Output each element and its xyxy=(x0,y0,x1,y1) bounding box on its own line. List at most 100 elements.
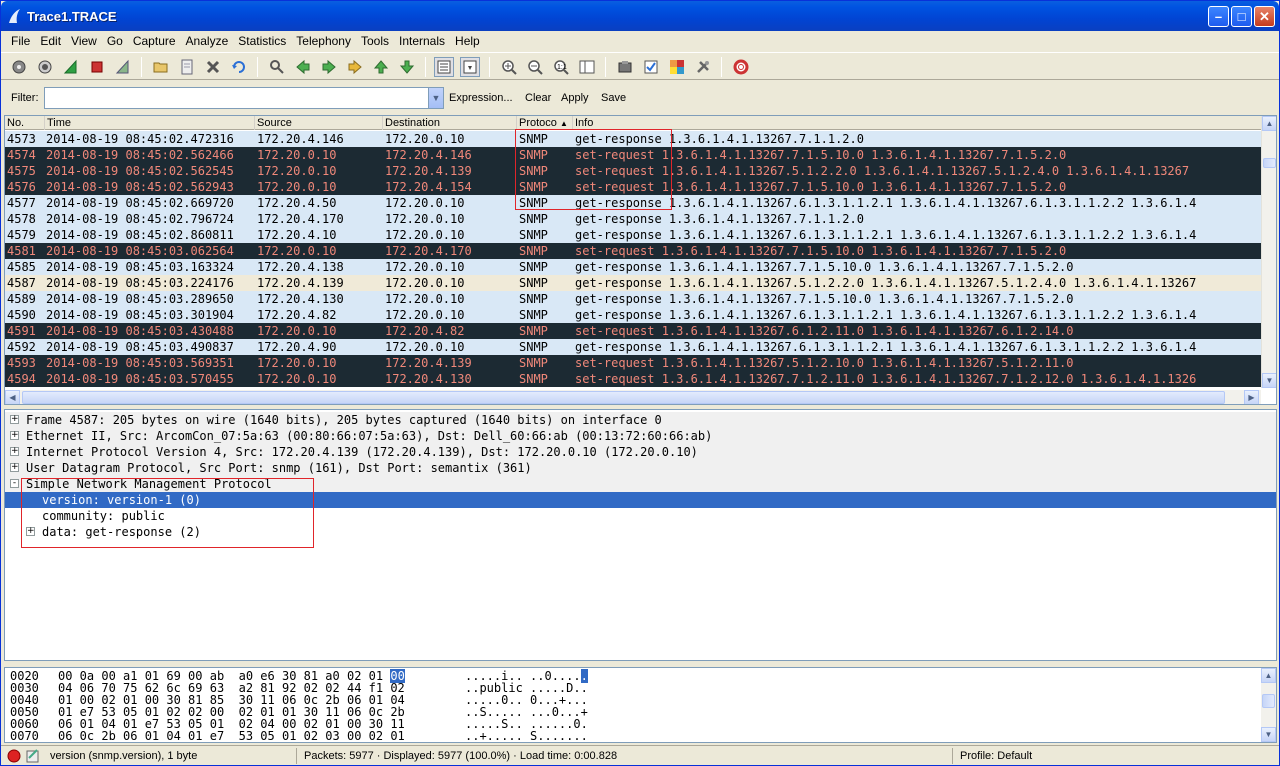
packet-row[interactable]: 4581 2014-08-19 08:45:03.062564 172.20.0.1… xyxy=(5,243,1263,259)
scroll-left-icon[interactable]: ◀ xyxy=(5,390,20,404)
detail-row[interactable]: + Ethernet II, Src: ArcomCon_07:5a:63 (00… xyxy=(5,428,1276,444)
preferences-icon[interactable] xyxy=(693,57,713,77)
status-profile[interactable]: Profile: Default xyxy=(957,748,1257,764)
packet-row[interactable]: 4592 2014-08-19 08:45:03.490837 172.20.4.9… xyxy=(5,339,1263,355)
packet-row[interactable]: 4593 2014-08-19 08:45:03.569351 172.20.0.1… xyxy=(5,355,1263,371)
packet-row[interactable]: 4576 2014-08-19 08:45:02.562943 172.20.0.1… xyxy=(5,179,1263,195)
packet-row[interactable]: 4591 2014-08-19 08:45:03.430488 172.20.0.1… xyxy=(5,323,1263,339)
scroll-down-icon[interactable]: ▼ xyxy=(1262,373,1276,388)
capture-comments-icon[interactable] xyxy=(25,748,41,764)
column-no[interactable]: No. xyxy=(5,116,45,130)
resize-columns-icon[interactable] xyxy=(577,57,597,77)
column-protocol[interactable]: Protoco ▲ xyxy=(517,116,573,130)
colorize-icon[interactable] xyxy=(434,57,454,77)
packet-row[interactable]: 4575 2014-08-19 08:45:02.562545 172.20.0.1… xyxy=(5,163,1263,179)
menu-help[interactable]: Help xyxy=(450,31,485,51)
byte-hex[interactable]: 06 0c 2b 06 01 04 01 e7 53 05 01 02 03 0… xyxy=(58,730,405,743)
detail-row[interactable]: + User Datagram Protocol, Src Port: snmp … xyxy=(5,460,1276,476)
column-time[interactable]: Time xyxy=(45,116,255,130)
packet-row[interactable]: 4579 2014-08-19 08:45:02.860811 172.20.4.1… xyxy=(5,227,1263,243)
apply-button[interactable]: Apply xyxy=(561,92,589,104)
detail-row[interactable]: community: public xyxy=(5,508,1276,524)
go-to-packet-icon[interactable] xyxy=(345,57,365,77)
scroll-right-icon[interactable]: ▶ xyxy=(1244,390,1259,404)
find-packet-icon[interactable] xyxy=(267,57,287,77)
save-file-icon[interactable] xyxy=(177,57,197,77)
menu-capture[interactable]: Capture xyxy=(128,31,181,51)
interfaces-icon[interactable] xyxy=(9,57,29,77)
detail-row[interactable]: + Internet Protocol Version 4, Src: 172.2… xyxy=(5,444,1276,460)
clear-button[interactable]: Clear xyxy=(525,92,551,104)
packet-row[interactable]: 4578 2014-08-19 08:45:02.796724 172.20.4.1… xyxy=(5,211,1263,227)
bytes-scroll-down-icon[interactable]: ▼ xyxy=(1261,727,1276,742)
packet-row[interactable]: 4573 2014-08-19 08:45:02.472316 172.20.4.1… xyxy=(5,131,1263,147)
detail-row[interactable]: - Simple Network Management Protocol xyxy=(5,476,1276,492)
stop-capture-icon[interactable] xyxy=(87,57,107,77)
zoom-in-icon[interactable] xyxy=(499,57,519,77)
display-filters-icon[interactable] xyxy=(641,57,661,77)
byte-ascii[interactable]: ..+..... S....... xyxy=(465,730,588,743)
column-source[interactable]: Source xyxy=(255,116,383,130)
capture-filters-icon[interactable] xyxy=(615,57,635,77)
expand-icon[interactable]: + xyxy=(10,463,19,472)
packet-row[interactable]: 4594 2014-08-19 08:45:03.570455 172.20.0.1… xyxy=(5,371,1263,387)
normal-size-icon[interactable]: 1:1 xyxy=(551,57,571,77)
detail-row[interactable]: + data: get-response (2) xyxy=(5,524,1276,540)
collapse-icon[interactable]: - xyxy=(10,479,19,488)
open-file-icon[interactable] xyxy=(151,57,171,77)
menu-go[interactable]: Go xyxy=(102,31,128,51)
packet-list-hscroll[interactable]: ◀ ▶ xyxy=(5,390,1261,404)
close-button[interactable]: ✕ xyxy=(1254,6,1275,27)
menu-view[interactable]: View xyxy=(66,31,102,51)
packet-list-vscroll[interactable]: ▲ ▼ xyxy=(1261,116,1276,388)
menu-file[interactable]: File xyxy=(6,31,35,51)
go-last-icon[interactable] xyxy=(397,57,417,77)
detail-row[interactable]: + Frame 4587: 205 bytes on wire (1640 bit… xyxy=(5,412,1276,428)
expert-info-icon[interactable] xyxy=(7,749,21,763)
packet-row[interactable]: 4590 2014-08-19 08:45:03.301904 172.20.4.8… xyxy=(5,307,1263,323)
packet-row[interactable]: 4574 2014-08-19 08:45:02.562466 172.20.0.1… xyxy=(5,147,1263,163)
filter-dropdown-button[interactable]: ▼ xyxy=(428,87,444,109)
start-capture-icon[interactable] xyxy=(61,57,81,77)
bytes-scroll-up-icon[interactable]: ▲ xyxy=(1261,668,1276,683)
bytes-vscroll[interactable]: ▲ ▼ xyxy=(1261,668,1276,742)
coloring-rules-icon[interactable] xyxy=(667,57,687,77)
menu-telephony[interactable]: Telephony xyxy=(291,31,356,51)
expand-icon[interactable]: + xyxy=(10,431,19,440)
packet-row[interactable]: 4587 2014-08-19 08:45:03.224176 172.20.4.1… xyxy=(5,275,1263,291)
menu-edit[interactable]: Edit xyxy=(35,31,66,51)
detail-row[interactable]: version: version-1 (0) xyxy=(5,492,1276,508)
bytes-vscroll-thumb[interactable] xyxy=(1262,694,1275,708)
menu-internals[interactable]: Internals xyxy=(394,31,450,51)
hscroll-thumb[interactable] xyxy=(22,391,1225,404)
maximize-button[interactable]: □ xyxy=(1231,6,1252,27)
capture-options-icon[interactable] xyxy=(35,57,55,77)
packet-row[interactable]: 4585 2014-08-19 08:45:03.163324 172.20.4.1… xyxy=(5,259,1263,275)
column-destination[interactable]: Destination xyxy=(383,116,517,130)
go-back-icon[interactable] xyxy=(293,57,313,77)
menu-analyze[interactable]: Analyze xyxy=(181,31,234,51)
go-forward-icon[interactable] xyxy=(319,57,339,77)
packet-row[interactable]: 4589 2014-08-19 08:45:03.289650 172.20.4.1… xyxy=(5,291,1263,307)
menu-tools[interactable]: Tools xyxy=(356,31,394,51)
reload-icon[interactable] xyxy=(229,57,249,77)
help-icon[interactable] xyxy=(731,57,751,77)
auto-scroll-icon[interactable] xyxy=(460,57,480,77)
minimize-button[interactable]: – xyxy=(1208,6,1229,27)
menu-statistics[interactable]: Statistics xyxy=(233,31,291,51)
display-filter-input[interactable] xyxy=(44,87,429,109)
expand-icon[interactable]: + xyxy=(26,527,35,536)
expand-icon[interactable]: + xyxy=(10,447,19,456)
scroll-up-icon[interactable]: ▲ xyxy=(1262,116,1276,131)
expression-button[interactable]: Expression... xyxy=(449,92,513,104)
zoom-out-icon[interactable] xyxy=(525,57,545,77)
save-button[interactable]: Save xyxy=(601,92,626,104)
vscroll-thumb[interactable] xyxy=(1263,158,1276,168)
go-first-icon[interactable] xyxy=(371,57,391,77)
restart-capture-icon[interactable] xyxy=(113,57,133,77)
close-file-icon[interactable] xyxy=(203,57,223,77)
packet-row[interactable]: 4577 2014-08-19 08:45:02.669720 172.20.4.5… xyxy=(5,195,1263,211)
title-bar[interactable]: Trace1.TRACE – □ ✕ xyxy=(1,1,1279,31)
column-info[interactable]: Info xyxy=(573,116,1263,130)
expand-icon[interactable]: + xyxy=(10,415,19,424)
